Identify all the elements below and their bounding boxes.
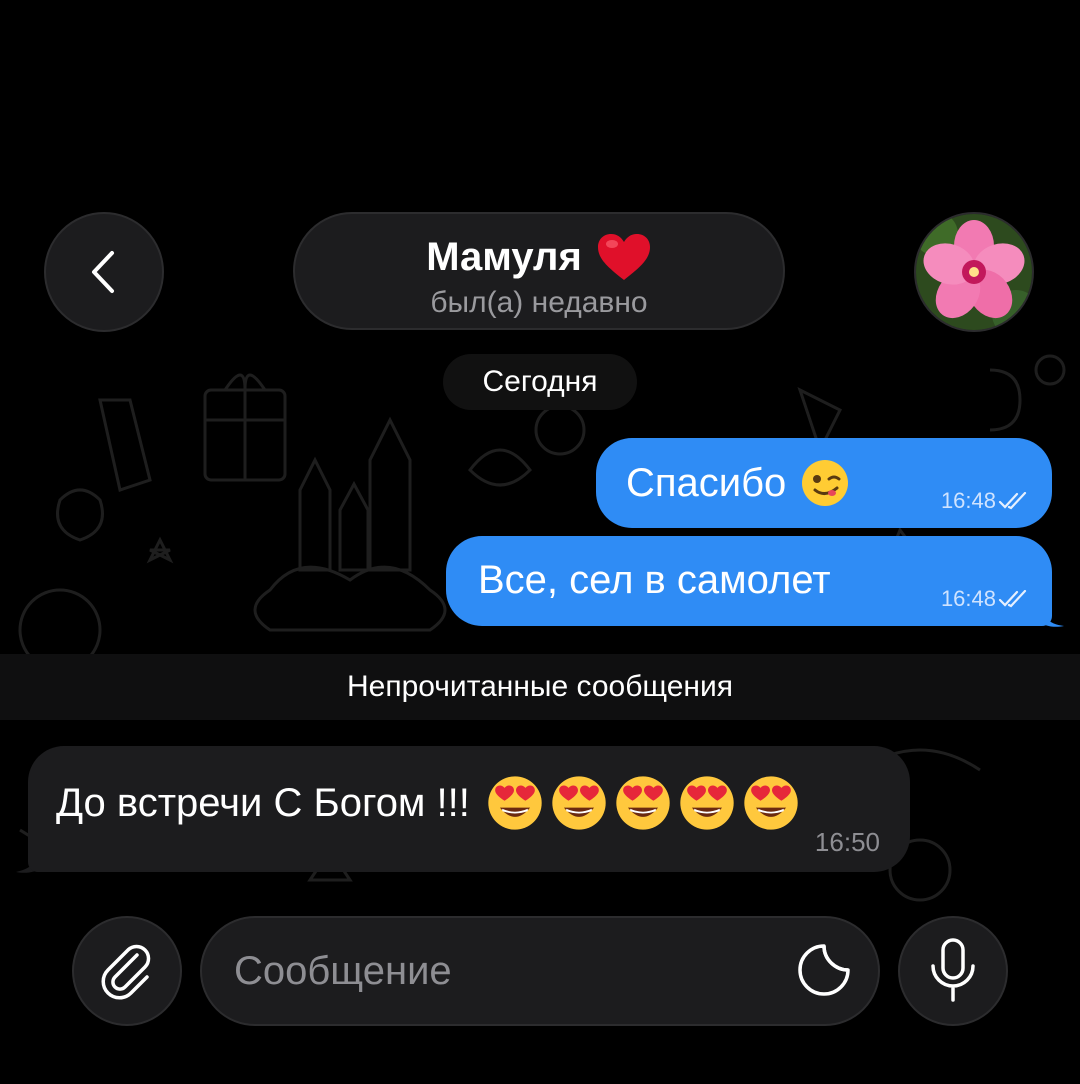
flower-avatar [916,214,1032,330]
contact-avatar[interactable] [914,212,1034,332]
microphone-button[interactable] [898,916,1008,1026]
contact-name: Мамуля [426,234,582,279]
heart-eyes-emoji-icon [488,776,542,830]
message-text: До встречи С Богом !!! [56,780,470,825]
heart-eyes-emoji-icon [616,776,670,830]
chat-screen: Мамуля был(а) недавно Сегодня Спасибо 16… [0,0,1080,1084]
emoji-row [486,774,800,832]
double-check-icon [998,492,1027,510]
paperclip-icon [101,944,151,1000]
bubble-tail-outgoing [1040,598,1064,627]
sticker-button[interactable] [794,940,854,1000]
message-bubble-outgoing[interactable]: Все, сел в самолет 16:48 [446,536,1052,626]
heart-eyes-emoji-icon [552,776,606,830]
message-text: Все, сел в самолет [478,558,831,602]
double-check-icon [998,590,1027,608]
message-text: Спасибо [626,460,787,505]
message-time: 16:48 [940,586,996,611]
attach-button[interactable] [72,916,182,1026]
heart-eyes-emoji-icon [744,776,798,830]
contact-status: был(а) недавно [430,286,648,319]
wink-emoji-icon [802,460,849,506]
unread-messages-divider: Непрочитанные сообщения [0,654,1080,720]
chat-title[interactable]: Мамуля был(а) недавно [293,212,785,330]
message-meta: 16:48 [941,488,1028,514]
message-text-row: Спасибо [626,458,850,508]
date-separator: Сегодня [443,354,637,410]
message-bubble-incoming[interactable]: До встречи С Богом !!! 16:50 [28,746,910,872]
heart-icon [597,234,650,280]
message-text-row: До встречи С Богом !!! [56,774,800,832]
message-time: 16:48 [940,488,996,513]
chevron-left-icon [92,251,114,293]
message-meta: 16:48 [941,586,1028,612]
heart-eyes-emoji-icon [680,776,734,830]
message-bubble-outgoing[interactable]: Спасибо 16:48 [596,438,1052,528]
sticker-icon [798,944,850,996]
message-input[interactable]: Сообщение [200,916,880,1026]
message-time: 16:50 [814,827,880,857]
microphone-icon [931,938,975,1002]
back-button[interactable] [44,212,164,332]
